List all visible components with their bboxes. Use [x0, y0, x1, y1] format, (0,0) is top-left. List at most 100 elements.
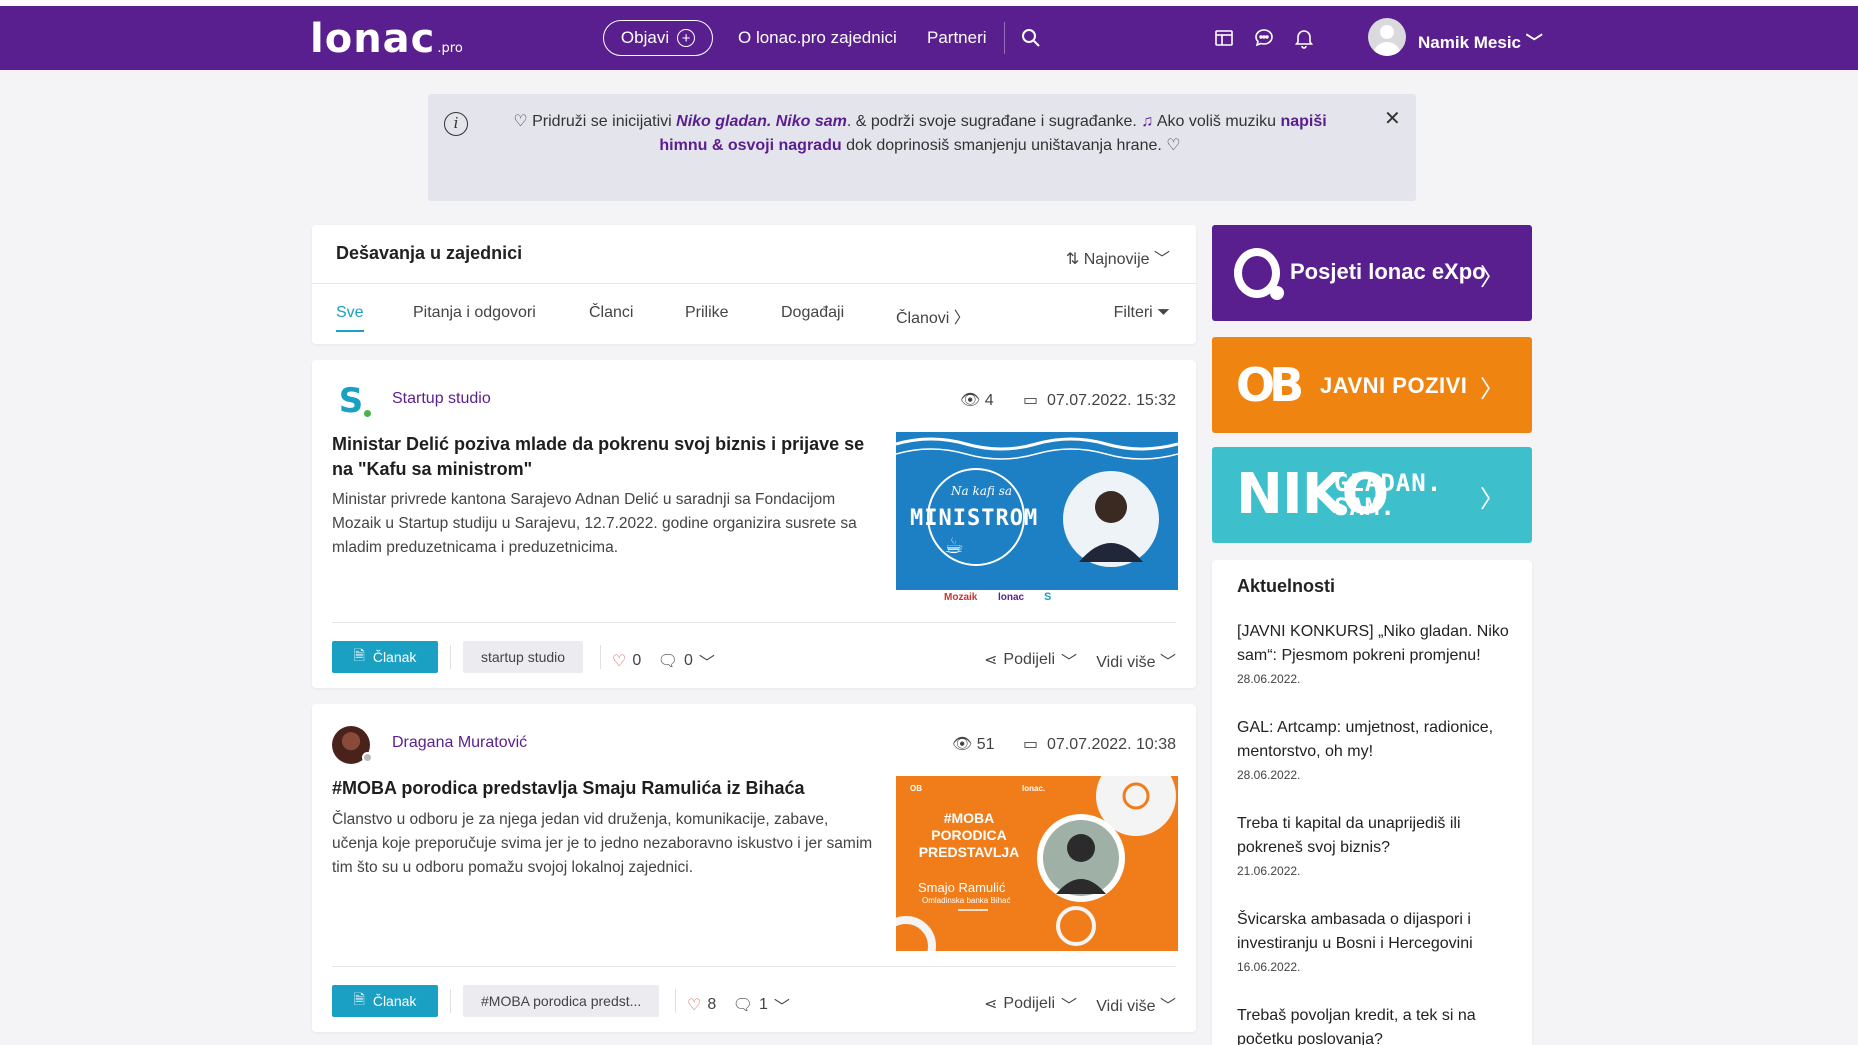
banner-link-initiative[interactable]: Niko gladan. Niko sam — [676, 113, 847, 130]
heart-icon: ♡ — [1166, 137, 1181, 154]
expo-promo-banner[interactable]: Posjeti lonac eXpo 〉 — [1212, 225, 1532, 321]
post-title[interactable]: #MOBA porodica predstavlja Smaju Ramulić… — [332, 776, 872, 801]
tab-opportunities[interactable]: Prilike — [685, 304, 729, 322]
logo[interactable]: lonac .pro — [310, 16, 463, 62]
info-banner: i ♡ Pridruži se inicijativi Niko gladan.… — [428, 94, 1416, 201]
post-thumbnail[interactable]: OB lonac. #MOBA PORODICA PREDSTAVLJA Sma… — [896, 776, 1178, 951]
nav-about[interactable]: O lonac.pro zajednici — [738, 28, 897, 48]
thumbnail-name: Smajo Ramulić — [918, 880, 1006, 895]
heart-icon[interactable]: ♡ — [687, 995, 701, 1015]
chevron-right-icon: 〉 — [1480, 486, 1504, 513]
heart-icon: ♡ — [513, 113, 528, 130]
offline-status-dot — [362, 752, 373, 763]
comments-count: 0 — [684, 652, 693, 669]
thumbnail-script: Na kafi sa — [951, 484, 1013, 498]
publish-button[interactable]: Objavi + — [603, 20, 713, 56]
layout-icon[interactable] — [1212, 26, 1236, 50]
news-item[interactable]: [JAVNI KONKURS] „Niko gladan. Niko sam“:… — [1237, 620, 1517, 686]
divider — [312, 283, 1196, 284]
tab-members[interactable]: Članovi 〉 — [896, 304, 970, 328]
news-panel: Aktuelnosti [JAVNI KONKURS] „Niko gladan… — [1212, 560, 1532, 1045]
reactions: ♡ 0 🗨︎ 0 ﹀ — [612, 649, 715, 673]
post-title[interactable]: Ministar Delić poziva mlade da pokrenu s… — [332, 432, 872, 482]
article-type-button[interactable]: 🗎 Članak — [332, 985, 438, 1017]
public-calls-promo-banner[interactable]: OB JAVNI POZIVI 〉 — [1212, 337, 1532, 433]
post-card: S Startup studio 👁︎ 4 ▭ 07.07.2022. 15:3… — [312, 360, 1196, 688]
tab-articles[interactable]: Članci — [589, 304, 633, 322]
calendar-icon: ▭ — [1022, 392, 1039, 409]
chevron-right-icon: 〉 — [1480, 264, 1504, 291]
public-calls-label: JAVNI POZIVI — [1320, 373, 1468, 398]
feed-title: Dešavanja u zajednici — [336, 243, 523, 263]
news-item[interactable]: Švicarska ambasada o dijaspori i investi… — [1237, 908, 1517, 974]
filter-button[interactable]: Filteri ⏷ — [1114, 304, 1170, 322]
user-avatar[interactable] — [1368, 18, 1406, 56]
bell-icon[interactable] — [1292, 26, 1316, 50]
post-excerpt: Članstvo u odboru je za njega jedan vid … — [332, 811, 873, 876]
search-icon[interactable] — [1019, 26, 1043, 50]
document-icon: 🗎 — [353, 647, 365, 663]
chevron-right-icon: 〉 — [1480, 376, 1504, 403]
comment-icon[interactable]: 🗨︎ — [658, 651, 678, 671]
divider — [600, 645, 601, 669]
filter-icon: ⏷ — [1157, 304, 1170, 321]
divider — [675, 989, 676, 1013]
comments-count: 1 — [759, 996, 768, 1013]
thumbnail-corner-logo: OB — [910, 784, 922, 793]
nav-divider — [1004, 22, 1005, 54]
divider — [450, 989, 451, 1013]
author-name[interactable]: Startup studio — [392, 390, 491, 408]
news-item[interactable]: GAL: Artcamp: umjetnost, radionice, ment… — [1237, 716, 1517, 782]
thumbnail-subtitle: Omladinska banka Bihać — [922, 896, 1011, 905]
navbar: lonac .pro Objavi + O lonac.pro zajednici… — [0, 6, 1858, 70]
divider — [332, 622, 1176, 623]
online-status-dot — [362, 408, 373, 419]
reactions: ♡ 8 🗨︎ 1 ﹀ — [687, 993, 790, 1017]
views-count: 👁︎ 4 — [960, 392, 994, 409]
author-name[interactable]: Dragana Muratović — [392, 734, 527, 752]
news-title: Aktuelnosti — [1237, 576, 1336, 596]
close-icon[interactable]: ✕ — [1384, 106, 1401, 131]
tab-questions[interactable]: Pitanja i odgovori — [413, 304, 536, 322]
heart-icon[interactable]: ♡ — [612, 651, 626, 671]
thumbnail-heading: #MOBA PORODICA PREDSTAVLJA — [918, 810, 1020, 860]
see-more-button[interactable]: Vidi više ﹀ — [1096, 992, 1176, 1016]
eye-icon: 👁︎ — [952, 736, 973, 753]
thumbnail-graphic — [896, 776, 1176, 951]
share-button[interactable]: ⋖ Podijeli ﹀ — [984, 992, 1077, 1016]
share-button[interactable]: ⋖ Podijeli ﹀ — [984, 648, 1077, 672]
calendar-icon: ▭ — [1022, 736, 1039, 753]
ob-logo: OB — [1236, 358, 1304, 412]
post-card: Dragana Muratović 👁︎ 51 ▭ 07.07.2022. 10… — [312, 704, 1196, 1032]
chevron-down-icon[interactable]: ﹀ — [699, 649, 715, 673]
article-type-button[interactable]: 🗎 Članak — [332, 641, 438, 673]
comment-icon[interactable]: 🗨︎ — [733, 995, 753, 1015]
nav-partners[interactable]: Partneri — [927, 28, 987, 48]
sponsor-logo: Mozaik — [944, 592, 978, 603]
news-item[interactable]: Trebaš povoljan kredit, a tek si na poče… — [1237, 1004, 1517, 1045]
post-thumbnail[interactable]: Na kafi sa MINISTROM ☕ Mozaik lonac S — [896, 432, 1178, 607]
tab-events[interactable]: Događaji — [781, 304, 844, 322]
see-more-button[interactable]: Vidi više ﹀ — [1096, 648, 1176, 672]
coffee-icon: ☕ — [944, 533, 964, 558]
views-count: 👁︎ 51 — [952, 736, 995, 753]
post-date: ▭ 07.07.2022. 10:38 — [1022, 736, 1176, 753]
document-icon: 🗎 — [353, 991, 365, 1007]
post-tag[interactable]: #MOBA porodica predst... — [463, 985, 660, 1017]
share-icon: ⋖ — [984, 652, 998, 669]
sort-dropdown[interactable]: ⇅ Najnovije ﹀ — [1066, 245, 1170, 269]
chat-icon[interactable] — [1252, 26, 1276, 50]
divider — [450, 645, 451, 669]
likes-count: 0 — [632, 652, 642, 669]
post-date: ▭ 07.07.2022. 15:32 — [1022, 392, 1176, 409]
post-tag[interactable]: startup studio — [463, 641, 584, 673]
likes-count: 8 — [707, 996, 717, 1013]
tab-all[interactable]: Sve — [336, 304, 364, 332]
sort-icon: ⇅ — [1065, 251, 1080, 268]
expo-label: Posjeti lonac eXpo — [1290, 259, 1486, 284]
user-menu[interactable]: Namik Mesic ﹀ — [1418, 28, 1543, 53]
thumbnail-heading: MINISTROM — [910, 506, 1039, 531]
news-item[interactable]: Treba ti kapital da unaprijediš ili pokr… — [1237, 812, 1517, 878]
chevron-down-icon[interactable]: ﹀ — [774, 993, 790, 1017]
niko-gladan-promo-banner[interactable]: NIKO GLADAN. SAM. 〉 — [1212, 447, 1532, 543]
